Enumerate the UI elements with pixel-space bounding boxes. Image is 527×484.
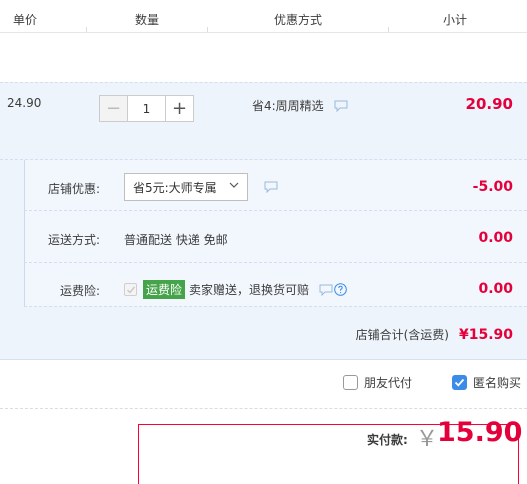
help-icon[interactable] [334,283,347,296]
header-separator [207,27,208,32]
column-subtotal: 小计 [443,13,468,27]
shop-total-value: ¥15.90 [458,327,513,343]
shop-discount-value: -5.00 [472,179,513,195]
item-promotion: 省4:周周精选 [252,97,348,114]
friend-pay-checkbox[interactable] [343,375,358,390]
row-divider [24,306,527,307]
table-header: 单价 数量 优惠方式 小计 [0,0,527,33]
payment-currency: ￥ [416,427,439,452]
column-quantity: 数量 [135,13,160,27]
decrease-quantity-button[interactable]: − [99,95,128,122]
anonymous-label: 匿名购买 [473,376,522,390]
anonymous-checkbox[interactable] [452,375,467,390]
increase-quantity-button[interactable]: + [165,95,194,122]
check-icon [454,378,465,387]
shipping-label: 运送方式: [47,233,100,247]
item-promotion-text: 省4:周周精选 [252,99,324,113]
insurance-badge: 运费险 [143,280,186,299]
row-divider [24,210,527,211]
shop-discount-selected: 省5元:大师专属 [133,180,217,195]
shop-discount-label: 店铺优惠: [47,182,100,196]
check-icon [126,286,135,294]
quantity-stepper: − 1 + [99,95,194,122]
insurance-option: 运费险 卖家赠送，退换货可赔 [124,280,347,299]
insurance-value: 0.00 [478,281,513,297]
column-promotion: 优惠方式 [274,13,323,27]
header-separator [388,27,389,32]
chevron-down-icon [229,182,239,188]
friend-pay-label: 朋友代付 [364,376,413,390]
unit-price: 24.90 [7,96,42,110]
insurance-text: 卖家赠送，退换货可赔 [189,283,310,297]
message-icon[interactable] [264,181,278,193]
anonymous-option[interactable]: 匿名购买 [452,374,521,391]
header-separator [86,27,87,32]
payment-amount: 15.90 [437,417,523,448]
shop-discount-select[interactable]: 省5元:大师专属 [124,173,248,201]
message-icon[interactable] [319,284,333,296]
insurance-label: 运费险: [59,284,100,298]
payment-label: 实付款: [367,433,408,447]
friend-pay-option[interactable]: 朋友代付 [343,374,412,391]
column-unit-price: 单价 [13,13,38,27]
row-divider [24,262,527,263]
insurance-checkbox[interactable] [124,283,137,296]
payment-summary: 实付款: ￥ 15.90 [138,417,522,484]
shipping-method: 普通配送 快递 免邮 [124,233,228,247]
item-subtotal: 20.90 [465,95,513,113]
shop-total: 店铺合计(含运费) ¥15.90 [356,326,513,343]
quantity-input[interactable]: 1 [128,95,165,122]
message-icon[interactable] [334,100,348,112]
shop-total-label: 店铺合计(含运费) [355,328,449,342]
cart-item-row: 24.90 − 1 + 省4:周周精选 20.90 [0,82,527,160]
section-divider [0,408,527,409]
shipping-value: 0.00 [478,230,513,246]
